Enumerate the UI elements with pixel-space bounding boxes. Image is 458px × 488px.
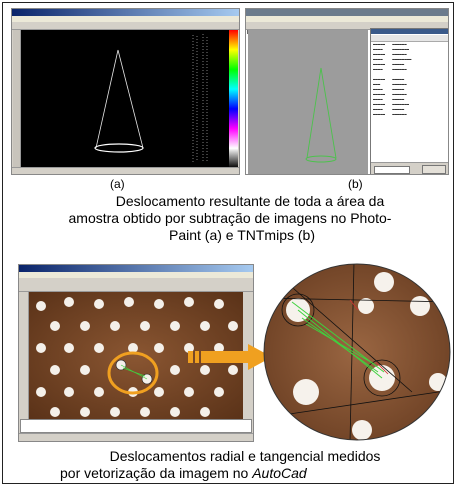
cone-outline-a xyxy=(94,49,144,153)
photopaint-statusbar xyxy=(12,167,239,174)
tntmips-dialog-button[interactable] xyxy=(422,165,446,174)
autocad-toolbar-2 xyxy=(19,285,253,292)
caption-bottom-line2-text: por vetorização da imagem no xyxy=(60,465,253,481)
photopaint-window xyxy=(11,8,240,175)
panel-b-label: (b) xyxy=(348,177,363,191)
autocad-titlebar xyxy=(19,265,253,272)
color-palette xyxy=(229,30,238,168)
caption-top-line1: Deslocamento resultante de toda a área d… xyxy=(115,193,385,209)
caption-bottom: Deslocamentos radial e tangencial medido… xyxy=(30,448,430,482)
caption-bottom-app-name: AutoCad xyxy=(252,465,307,481)
panel-a-label: (a) xyxy=(110,177,125,191)
autocad-command-line[interactable] xyxy=(20,419,252,433)
noise-columns-a xyxy=(192,34,208,163)
tntmips-titlebar xyxy=(246,9,448,16)
tntmips-input[interactable] xyxy=(374,166,410,174)
tntmips-view xyxy=(248,30,368,174)
subtraction-image-b xyxy=(305,67,337,163)
subtraction-image-a xyxy=(94,34,208,163)
caption-bottom-line2: por vetorização da imagem no AutoCad xyxy=(30,465,430,482)
tntmips-window: ▬▬▬▬▬ ▬▬▬▬▬▬ ▬▬▬▬ ▬▬▬▬▬▬▬ ▬▬▬▬▬ ▬▬▬▬▬▬ ▬… xyxy=(245,8,449,175)
zoomed-detail xyxy=(263,263,451,441)
photopaint-titlebar xyxy=(12,9,239,16)
tntmips-dialog-footer xyxy=(371,162,448,174)
photopaint-toolbox xyxy=(13,30,21,170)
caption-top-line3: Paint (a) e TNTmips (b) xyxy=(169,227,315,243)
cone-outline-b xyxy=(305,67,337,163)
photopaint-toolbar xyxy=(12,22,239,34)
autocad-draw-toolbar xyxy=(20,292,29,420)
autocad-statusbar xyxy=(19,433,253,441)
caption-top-line2: amostra obtido por subtração de imagens … xyxy=(68,210,392,226)
tntmips-dialog: ▬▬▬▬▬ ▬▬▬▬▬▬ ▬▬▬▬ ▬▬▬▬▬▬▬ ▬▬▬▬▬ ▬▬▬▬▬▬ ▬… xyxy=(370,28,448,174)
caption-bottom-line1: Deslocamentos radial e tangencial medido… xyxy=(109,448,381,464)
photopaint-canvas xyxy=(21,30,229,168)
caption-top: Deslocamento resultante de toda a área d… xyxy=(20,193,440,244)
tntmips-data-table: ▬▬▬▬▬ ▬▬▬▬▬▬ ▬▬▬▬ ▬▬▬▬▬▬▬ ▬▬▬▬▬ ▬▬▬▬▬▬ ▬… xyxy=(373,43,412,117)
